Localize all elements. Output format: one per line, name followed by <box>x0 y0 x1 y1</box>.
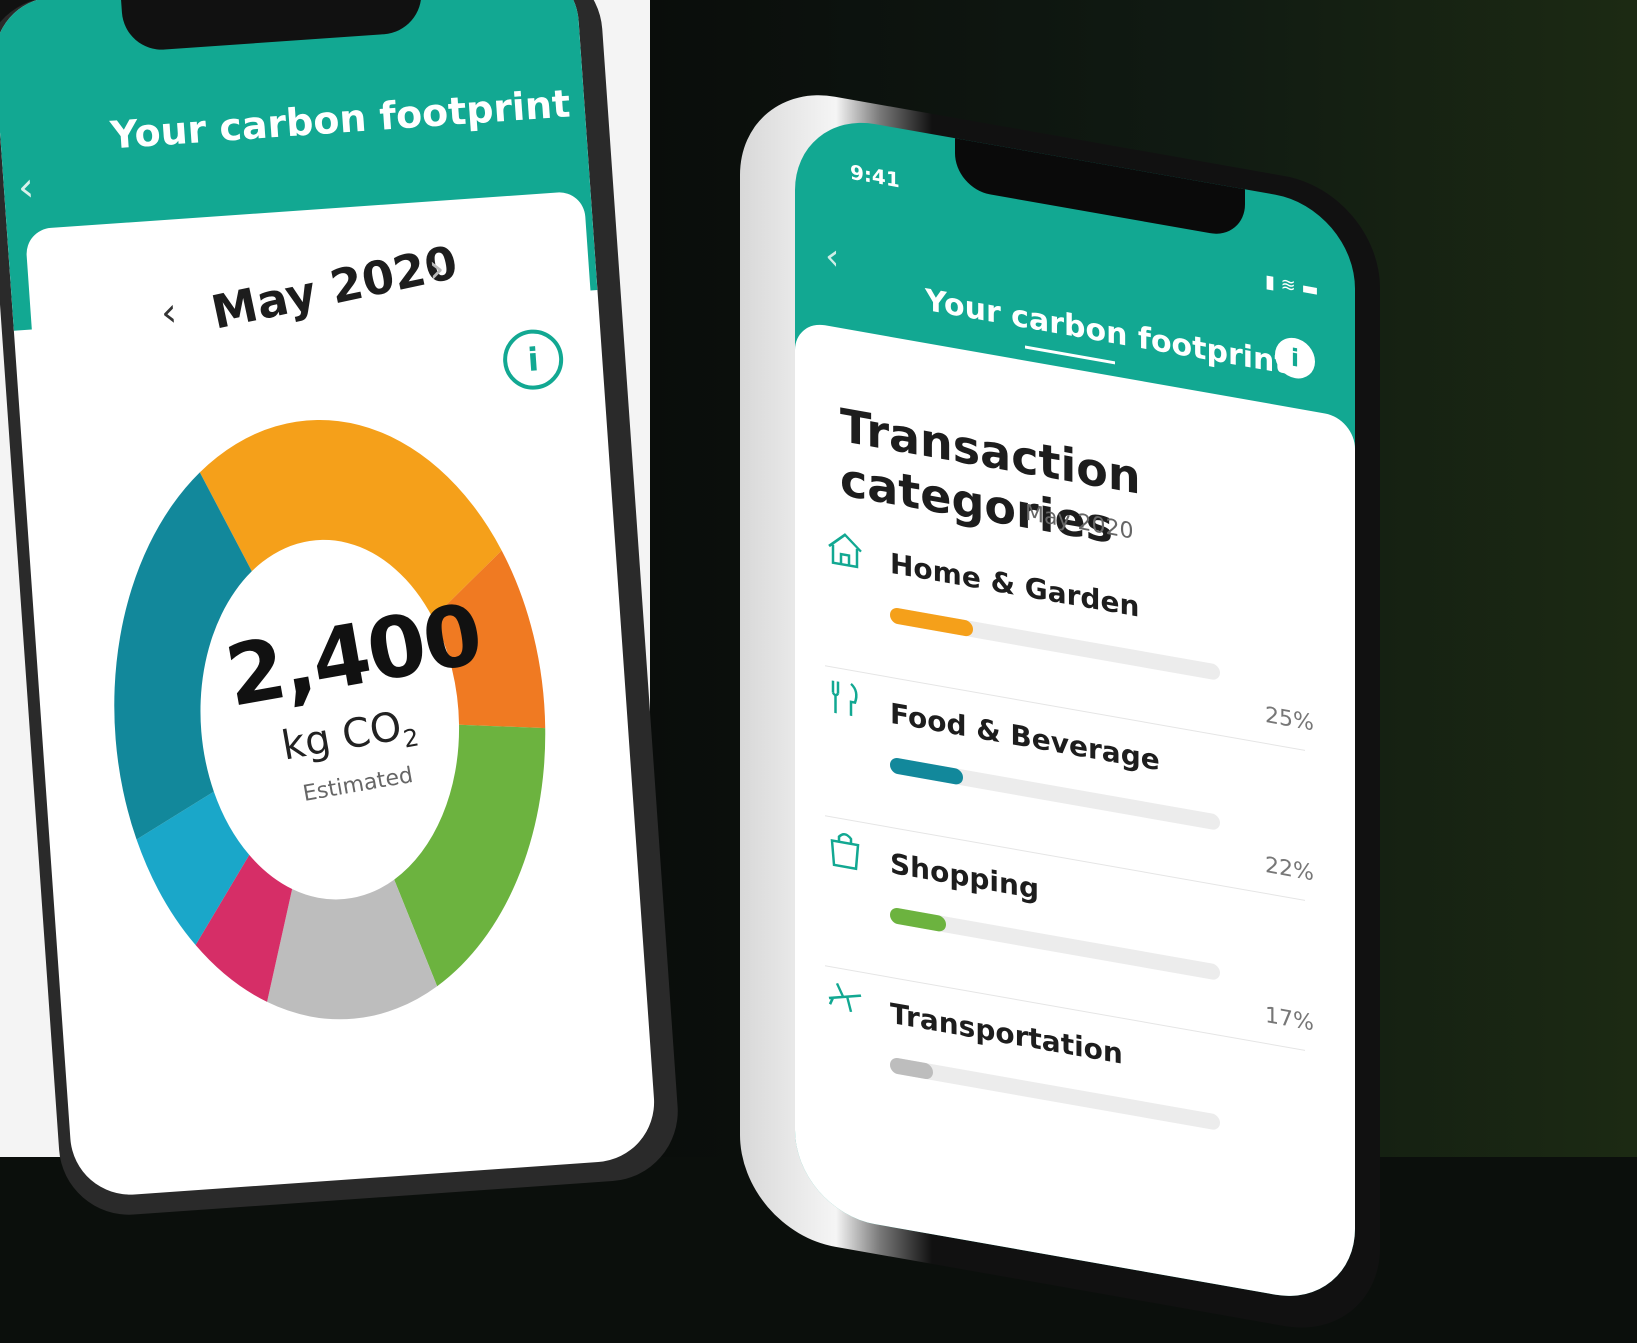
left-phone: ‹ Your carbon footprint ‹ May 2020 › i 2… <box>0 0 683 1220</box>
category-bar-track <box>890 756 1220 831</box>
cutlery-icon <box>831 680 858 717</box>
status-icons: ▮ ≋ ▬ <box>1265 271 1318 301</box>
month-label: May 2020 <box>206 234 462 340</box>
house-icon <box>828 533 862 569</box>
back-chevron-icon[interactable]: ‹ <box>825 235 839 279</box>
category-percent: 22% <box>1265 852 1314 887</box>
back-chevron-icon[interactable]: ‹ <box>16 164 35 211</box>
signal-icon: ▮ <box>1265 270 1275 294</box>
battery-icon: ▬ <box>1301 277 1319 302</box>
bag-icon <box>830 833 860 871</box>
transactions-card: Transaction categories May 2020 Home & G… <box>795 320 1355 1309</box>
category-bar-fill <box>890 756 963 786</box>
category-bar-fill <box>890 1056 933 1081</box>
category-label: Home & Garden <box>890 546 1140 624</box>
left-phone-screen: ‹ Your carbon footprint ‹ May 2020 › i 2… <box>0 0 659 1199</box>
month-next-button[interactable]: › <box>427 246 446 293</box>
category-bar-fill <box>890 606 973 638</box>
right-phone-screen: 9:41 ▮ ≋ ▬ ‹ Your carbon footprint i Tra… <box>795 110 1355 1309</box>
footprint-card: ‹ May 2020 › i 2,400 kg CO2 Estimated <box>24 190 651 1188</box>
category-percent: 17% <box>1265 1002 1314 1037</box>
plane-icon <box>828 983 862 1012</box>
right-phone: 9:41 ▮ ≋ ▬ ‹ Your carbon footprint i Tra… <box>740 80 1380 1343</box>
donut-center: 2,400 kg CO2 Estimated <box>219 585 488 816</box>
month-prev-button[interactable]: ‹ <box>159 289 178 336</box>
category-bar-track <box>890 1056 1220 1131</box>
wifi-icon: ≋ <box>1280 273 1296 298</box>
status-time: 9:41 <box>850 159 900 193</box>
category-percent: 25% <box>1265 702 1314 737</box>
category-bar-track <box>890 606 1220 681</box>
category-bar-fill <box>890 906 947 933</box>
category-bar-track <box>890 906 1220 981</box>
